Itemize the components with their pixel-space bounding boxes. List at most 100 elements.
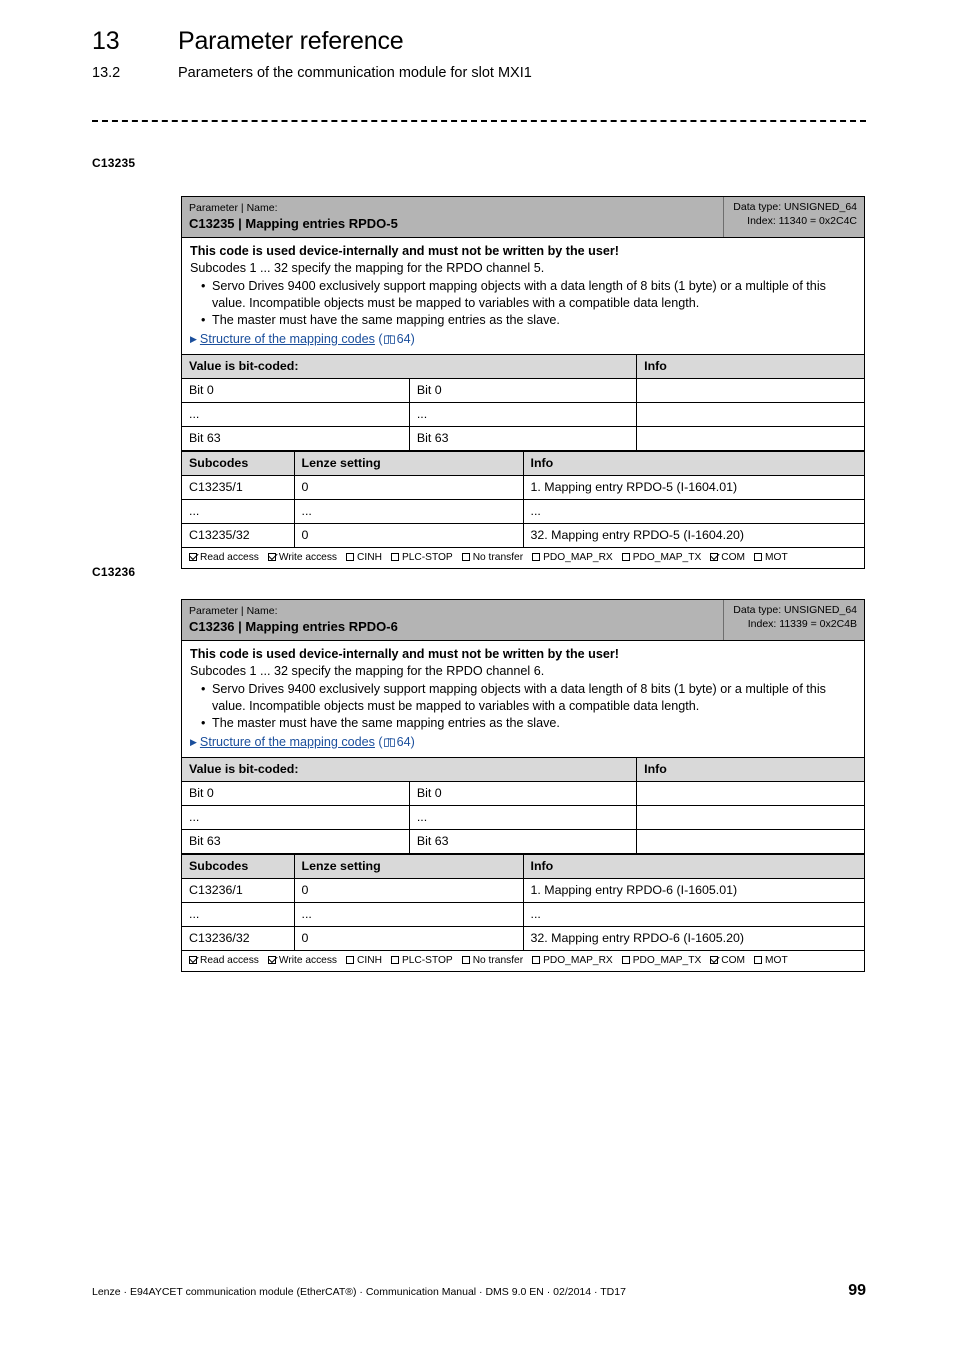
description-bullet: Servo Drives 9400 exclusively support ma…	[190, 681, 856, 714]
access-flag-pdo-map-tx[interactable]: PDO_MAP_TX	[621, 551, 702, 565]
table-row: C13235/1 0 1. Mapping entry RPDO-5 (I-1604…	[182, 474, 864, 500]
subcode-info-cell: 1. Mapping entry RPDO-5 (I-1604.01)	[523, 474, 864, 500]
access-flag-com[interactable]: COM	[710, 954, 745, 968]
subcodes-header-info: Info	[523, 853, 864, 879]
bit-coded-table: Value is bit-coded: Info Bit 0 Bit 0...... B…	[182, 757, 864, 854]
checkbox-cinh-icon[interactable]	[346, 955, 355, 964]
checkbox-no-transfer-icon[interactable]	[461, 552, 470, 561]
lenze-setting-cell: ...	[294, 901, 524, 927]
checkbox-plc-stop-icon[interactable]	[390, 955, 399, 964]
access-flag-pdo-map-tx[interactable]: PDO_MAP_TX	[621, 954, 701, 968]
access-flag-com[interactable]: COM	[710, 551, 745, 565]
subcodes-header-subcodes: Subcodes	[182, 450, 295, 476]
bit-coded-header-row: Value is bit-coded: Info	[182, 757, 864, 782]
access-flag-mot[interactable]: MOT	[754, 954, 788, 968]
subcode-info-cell: ...	[523, 901, 864, 927]
parameter-name: C13236 | Mapping entries RPDO-6	[189, 619, 398, 634]
access-flag-pdo-map-rx[interactable]: PDO_MAP_RX	[532, 954, 613, 968]
bit-name-cell: Bit 0	[409, 780, 638, 806]
checkbox-com-icon[interactable]	[710, 552, 719, 561]
subcode-cell: C13236/1	[182, 877, 295, 903]
checkbox-com-icon[interactable]	[710, 955, 719, 964]
access-flag-label: CINH	[357, 954, 382, 966]
bit-index-cell: Bit 0	[182, 780, 410, 806]
subcodes-table: Subcodes Lenze setting Info C13236/1 0 1. Map…	[182, 853, 864, 950]
bit-index-cell: Bit 0	[182, 377, 410, 403]
access-flag-label: PDO_MAP_RX	[543, 551, 613, 563]
bit-coded-header-info: Info	[636, 757, 864, 782]
subcode-cell: C13236/32	[182, 925, 295, 950]
checkbox-read-icon[interactable]	[189, 955, 197, 964]
access-flag-label: PDO_MAP_RX	[543, 954, 613, 966]
access-flag-mot[interactable]: MOT	[754, 551, 788, 565]
access-flag-read[interactable]: Read access	[189, 551, 259, 565]
access-flag-cinh[interactable]: CINH	[346, 551, 382, 565]
access-flag-write[interactable]: Write access	[267, 551, 337, 565]
cross-reference-link[interactable]: Structure of the mapping codes	[200, 735, 375, 749]
bit-info-cell	[636, 780, 864, 806]
triangle-right-icon: ▶	[190, 333, 197, 344]
bit-name-cell: Bit 63	[409, 425, 638, 451]
parameter-header: Parameter | Name: C13235 | Mapping entrie…	[182, 197, 864, 238]
checkbox-write-icon[interactable]	[267, 955, 276, 964]
access-flag-label: PLC-STOP	[401, 551, 453, 563]
description-subcode-line: Subcodes 1 ... 32 specify the mapping fo…	[190, 261, 545, 275]
parameter-index: Index: 11339 = 0x2C4B	[747, 617, 857, 630]
parameter-kicker: Parameter | Name:	[189, 605, 278, 617]
checkbox-pdo-map-rx-icon[interactable]	[532, 955, 541, 964]
access-flag-label: Read access	[200, 954, 259, 966]
table-row: ......	[182, 804, 864, 830]
parameter-header: Parameter | Name: C13236 | Mapping entrie…	[182, 600, 864, 641]
table-row: .........	[182, 498, 864, 524]
bit-index-cell: Bit 63	[182, 828, 410, 854]
access-flag-write[interactable]: Write access	[267, 954, 337, 968]
access-flag-label: Read access	[200, 551, 259, 563]
checkbox-mot-icon[interactable]	[754, 955, 763, 964]
subcodes-header-lenze-setting: Lenze setting	[294, 853, 524, 879]
access-flag-plc-stop[interactable]: PLC-STOP	[390, 954, 453, 968]
cross-reference-page-close: )	[410, 331, 415, 346]
lenze-setting-cell: 0	[294, 474, 524, 500]
running-header: 13 Parameter reference 13.2 Parameters o…	[92, 26, 882, 82]
checkbox-no-transfer-icon[interactable]	[461, 955, 470, 964]
description-subcode-line: Subcodes 1 ... 32 specify the mapping fo…	[190, 664, 545, 678]
footer-imprint: Lenze · E94AYCET communication module (E…	[92, 1286, 626, 1298]
access-flag-label: COM	[721, 954, 746, 966]
cross-reference-page-open: (	[374, 734, 383, 749]
subcode-cell: C13235/1	[182, 474, 295, 500]
table-row: C13236/1 0 1. Mapping entry RPDO-6 (I-1605…	[182, 877, 864, 903]
access-flag-pdo-map-rx[interactable]: PDO_MAP_RX	[532, 551, 613, 565]
section-number: 13.2	[92, 65, 121, 81]
checkbox-plc-stop-icon[interactable]	[390, 552, 399, 561]
checkbox-pdo-map-tx-icon[interactable]	[621, 552, 630, 561]
bit-name-cell: Bit 0	[409, 377, 638, 403]
table-row: C13235/32 0 32. Mapping entry RPDO-5 (I-16…	[182, 522, 864, 547]
bit-coded-header-label: Value is bit-coded:	[182, 354, 638, 379]
bit-info-cell	[636, 828, 864, 854]
access-flag-read[interactable]: Read access	[189, 954, 259, 968]
cross-reference-link[interactable]: Structure of the mapping codes	[200, 332, 375, 346]
book-icon	[383, 331, 395, 344]
checkbox-cinh-icon[interactable]	[346, 552, 355, 561]
description-warning: This code is used device-internally and …	[190, 244, 619, 258]
bit-coded-header-label: Value is bit-coded:	[182, 757, 638, 782]
checkbox-pdo-map-rx-icon[interactable]	[532, 552, 541, 561]
checkbox-read-icon[interactable]	[189, 552, 197, 561]
table-row: Bit 63 Bit 63	[182, 425, 864, 451]
parameter-identity: Parameter | Name: C13235 | Mapping entrie…	[182, 197, 724, 237]
description-bullet-list: Servo Drives 9400 exclusively support ma…	[190, 278, 856, 329]
checkbox-mot-icon[interactable]	[754, 552, 763, 561]
cross-reference[interactable]: ▶ Structure of the mapping codes (64)	[190, 330, 856, 349]
access-flag-no-transfer[interactable]: No transfer	[461, 954, 523, 968]
cross-reference[interactable]: ▶ Structure of the mapping codes (64)	[190, 733, 856, 752]
access-flag-no-transfer[interactable]: No transfer	[461, 551, 523, 565]
checkbox-pdo-map-tx-icon[interactable]	[621, 955, 630, 964]
bit-coded-header-row: Value is bit-coded: Info	[182, 354, 864, 379]
bit-index-cell: ...	[182, 401, 410, 427]
checkbox-write-icon[interactable]	[267, 552, 276, 561]
subcodes-header-row: Subcodes Lenze setting Info	[182, 853, 864, 879]
access-flag-plc-stop[interactable]: PLC-STOP	[390, 551, 453, 565]
subcode-info-cell: ...	[523, 498, 864, 524]
access-flag-label: PDO_MAP_TX	[632, 551, 702, 563]
access-flag-cinh[interactable]: CINH	[346, 954, 382, 968]
